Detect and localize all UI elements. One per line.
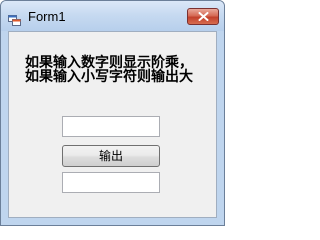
close-icon — [198, 12, 209, 21]
app-window-icon — [8, 11, 21, 26]
form-client-area: 如果输入数字则显示阶乘， 如果输入小写字符则输出大 输出 — [8, 31, 217, 218]
app-window: Form1 如果输入数字则显示阶乘， 如果输入小写字符则输出大 输出 — [0, 0, 225, 226]
close-button[interactable] — [187, 8, 219, 25]
output-button[interactable]: 输出 — [62, 145, 160, 167]
title-bar[interactable]: Form1 — [1, 1, 224, 31]
description-line-1: 如果输入数字则显示阶乘， — [25, 55, 193, 71]
input-textbox[interactable] — [62, 116, 160, 137]
output-textbox[interactable] — [62, 172, 160, 193]
description-label: 如果输入数字则显示阶乘， 如果输入小写字符则输出大 — [25, 56, 215, 84]
window-title: Form1 — [28, 9, 66, 24]
description-line-2: 如果输入小写字符则输出大 — [25, 69, 193, 85]
